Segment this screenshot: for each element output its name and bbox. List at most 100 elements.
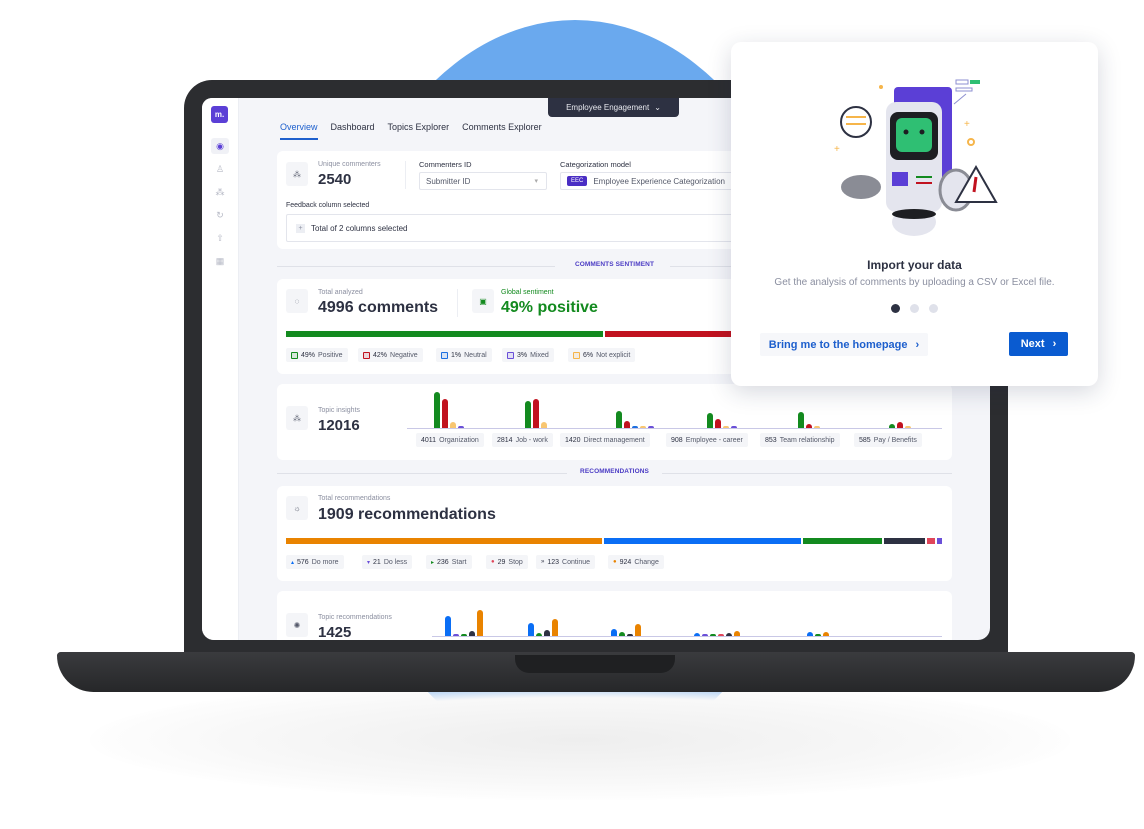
topic-recommendations-value: 1425	[318, 624, 352, 640]
sidebar-item-refresh[interactable]: ↻	[211, 207, 229, 223]
step-dot-2[interactable]	[910, 304, 919, 313]
topic-bar	[533, 399, 539, 428]
chip-count: 576	[297, 558, 309, 566]
topic-reco-bar	[544, 630, 550, 636]
reco-chip-do-more[interactable]: ▴ 576 Do more	[286, 555, 344, 569]
unique-commenters-value: 2540	[318, 171, 352, 188]
bring-me-to-homepage-button[interactable]: Bring me to the homepage ›	[760, 333, 928, 356]
topic-reco-bar	[477, 610, 483, 636]
tab-topics-explorer[interactable]: Topics Explorer	[388, 122, 450, 140]
topic-bar	[897, 421, 903, 428]
sentiment-chip-neutral[interactable]: 1% Neutral	[436, 348, 492, 362]
feedback-column-label: Feedback column selected	[286, 202, 370, 209]
chip-label: Do less	[383, 558, 408, 566]
robot-illustration: + +	[834, 79, 998, 236]
recommendations-divider: RECOMMENDATIONS	[277, 468, 952, 478]
reco-chip-stop[interactable]: ● 29 Stop	[486, 555, 528, 569]
chip-label: Neutral	[464, 351, 487, 359]
sentiment-chip-negative[interactable]: 42% Negative	[358, 348, 423, 362]
lightbulb-icon: ☼	[286, 496, 308, 520]
topic-label-chip[interactable]: 585 Pay / Benefits	[854, 433, 922, 447]
chip-count: 236	[437, 558, 449, 566]
tab-dashboard[interactable]: Dashboard	[331, 122, 375, 140]
topic-reco-bar	[528, 623, 534, 636]
reco-bar-continue	[884, 538, 925, 544]
environment-dropdown[interactable]: Employee Engagement ⌄	[548, 98, 679, 117]
chip-label: Continue	[562, 558, 591, 566]
chevron-down-icon: ⌄	[654, 103, 661, 112]
chip-count: 123	[547, 558, 560, 566]
sidebar-item-topics[interactable]: ⁂	[211, 184, 229, 200]
sidebar-item-apps[interactable]: ▦	[211, 253, 229, 269]
step-dot-3[interactable]	[929, 304, 938, 313]
next-button[interactable]: Next ›	[1009, 332, 1068, 356]
topic-bar	[798, 412, 804, 428]
commenters-id-select[interactable]: Submitter ID ▾	[419, 172, 547, 190]
categorization-model-value: Employee Experience Categorization	[593, 176, 725, 186]
topic-bar	[814, 426, 820, 428]
sentiment-icon: ▣	[472, 289, 494, 313]
app-logo[interactable]: m.	[211, 106, 228, 123]
topic-bar	[624, 420, 630, 428]
grid-icon: ▦	[215, 255, 225, 266]
topic-reco-bar	[611, 628, 617, 636]
chevron-right-icon: ›	[915, 338, 920, 351]
topic-reco-bar	[734, 630, 740, 636]
chip-label: Do more	[311, 558, 339, 566]
chip-count: 21	[373, 558, 381, 566]
user-icon: ♙	[215, 163, 225, 174]
reco-bar-start	[803, 538, 883, 544]
floor-shadow	[90, 680, 1070, 800]
topic-bar	[458, 426, 464, 428]
total-recommendations-value: 1909 recommendations	[318, 506, 496, 523]
tab-overview[interactable]: Overview	[280, 122, 318, 140]
reco-chip-start[interactable]: ▸ 236 Start	[426, 555, 472, 569]
reco-chip-do-less[interactable]: ▾ 21 Do less	[362, 555, 413, 569]
popup-description: Get the analysis of comments by uploadin…	[774, 277, 1055, 288]
topic-reco-bar	[702, 634, 708, 636]
topic-bar	[632, 426, 638, 428]
reco-type-icon: ▸	[431, 559, 435, 566]
topic-count: 908	[671, 436, 683, 444]
sentiment-bar-positive	[286, 331, 604, 337]
topic-name: Organization	[439, 436, 479, 444]
topic-bar	[905, 426, 911, 428]
topic-recommendations-label: Topic recommendations	[318, 614, 392, 621]
step-dot-1[interactable]	[891, 304, 900, 313]
topic-count: 4011	[421, 436, 437, 444]
topic-label-chip[interactable]: 908 Employee - career	[666, 433, 748, 447]
topic-label-chip[interactable]: 4011 Organization	[416, 433, 484, 447]
topic-label-chip[interactable]: 2814 Job - work	[492, 433, 553, 447]
topic-bar	[806, 424, 812, 428]
topic-label-chip[interactable]: 853 Team relationship	[760, 433, 840, 447]
reco-chip-change[interactable]: ● 924 Change	[608, 555, 664, 569]
commenters-id-label: Commenters ID	[419, 160, 472, 169]
topic-reco-bar	[453, 634, 459, 636]
tab-comments-explorer[interactable]: Comments Explorer	[462, 122, 542, 140]
expand-icon[interactable]: +	[296, 223, 305, 233]
topic-count: 585	[859, 436, 871, 444]
total-analyzed-label: Total analyzed	[318, 289, 363, 296]
topic-reco-bar	[694, 633, 700, 636]
topic-name: Job - work	[515, 436, 548, 444]
chip-label: Start	[451, 558, 467, 566]
sentiment-chip-positive[interactable]: 49% Positive	[286, 348, 348, 362]
svg-text:+: +	[964, 119, 970, 130]
sidebar-item-dashboard[interactable]: ◉	[211, 138, 229, 154]
sentiment-chip-mixed[interactable]: 3% Mixed	[502, 348, 554, 362]
topic-count: 1420	[565, 436, 581, 444]
sidebar-item-upload[interactable]: ⇧	[211, 230, 229, 246]
reco-bar-stop	[926, 538, 935, 544]
sidebar-item-users[interactable]: ♙	[211, 161, 229, 177]
environment-label: Employee Engagement	[566, 103, 650, 112]
reco-chip-continue[interactable]: » 123 Continue	[536, 555, 596, 569]
topic-bar	[707, 412, 713, 428]
topic-label-chip[interactable]: 1420 Direct management	[560, 433, 650, 447]
sentiment-chip-not-explicit[interactable]: 6% Not explicit	[568, 348, 636, 362]
sentiment-icon	[363, 351, 370, 359]
chip-percent: 6%	[583, 351, 594, 359]
divider-line	[662, 473, 952, 474]
chip-label: Mixed	[530, 351, 549, 359]
reco-type-icon: ▾	[367, 559, 371, 566]
topic-bar	[715, 419, 721, 428]
